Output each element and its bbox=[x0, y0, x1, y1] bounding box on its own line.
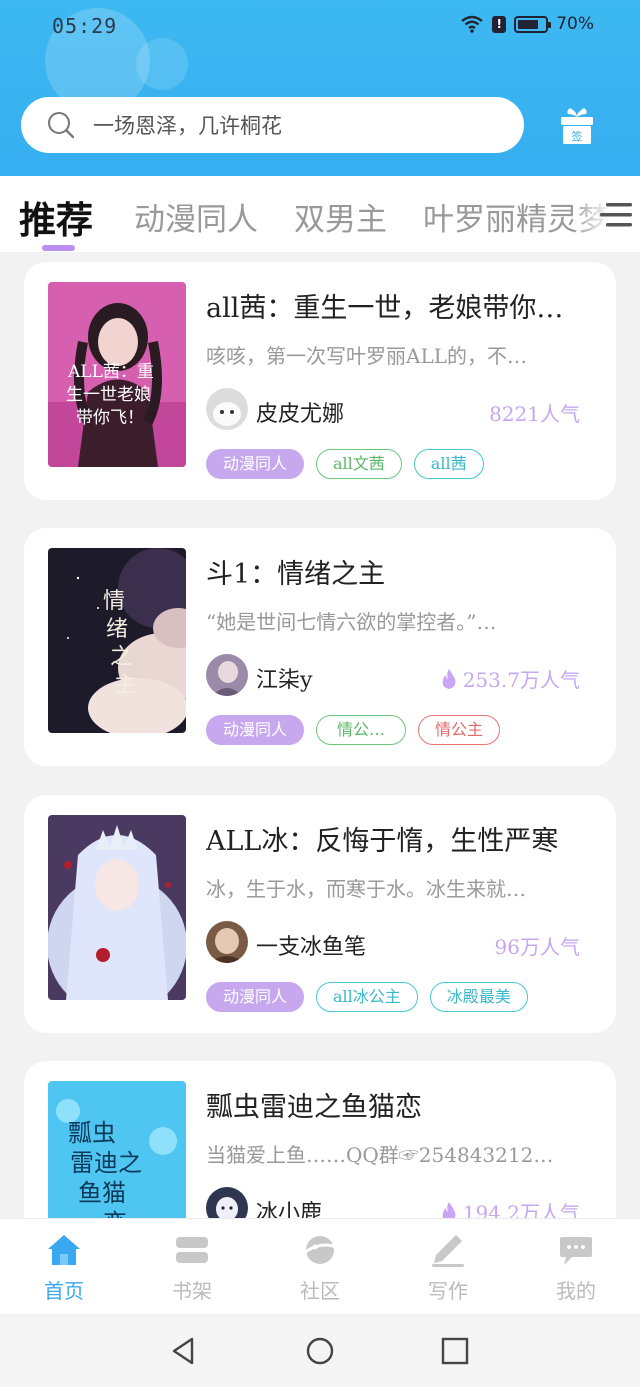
svg-text:ALL茜：重: ALL茜：重 bbox=[67, 362, 154, 382]
book-card[interactable]: 情 绪 之 主 斗1：情绪之主 “她是世间七情六欲的掌控者。”… 江柒y 253… bbox=[24, 528, 616, 766]
decor-bubble bbox=[136, 38, 188, 90]
svg-text:情: 情 bbox=[103, 589, 125, 614]
tag[interactable]: 动漫同人 bbox=[206, 449, 305, 479]
tag[interactable]: 情公主 bbox=[418, 715, 501, 745]
tag[interactable]: all茜 bbox=[413, 449, 484, 479]
tag[interactable]: 冰殿最美 bbox=[429, 982, 528, 1012]
tag[interactable]: all冰公主 bbox=[316, 982, 418, 1012]
tag[interactable]: all文茜 bbox=[316, 449, 402, 479]
tag-list: 动漫同人 all文茜 all茜 bbox=[206, 449, 484, 479]
nav-label: 我的 bbox=[556, 1279, 596, 1303]
status-icons: ! 70% bbox=[460, 14, 594, 34]
popularity: 253.7万人气 bbox=[441, 664, 580, 693]
tag[interactable]: 动漫同人 bbox=[206, 715, 305, 745]
home-icon bbox=[48, 1235, 80, 1265]
popularity-count: 8221人气 bbox=[489, 402, 580, 426]
active-tab-indicator bbox=[42, 245, 75, 251]
avatar[interactable] bbox=[206, 654, 248, 696]
svg-text:绪: 绪 bbox=[106, 617, 128, 642]
alert-icon: ! bbox=[492, 15, 507, 33]
nav-label: 社区 bbox=[300, 1279, 340, 1303]
tab-recommend[interactable]: 推荐 bbox=[19, 190, 93, 244]
nav-label: 书架 bbox=[172, 1279, 212, 1303]
tab-anime-fanfic[interactable]: 动漫同人 bbox=[134, 194, 258, 239]
popularity-count: 253.7万人气 bbox=[462, 668, 580, 692]
popularity: 8221人气 bbox=[489, 398, 580, 427]
svg-text:签: 签 bbox=[572, 129, 583, 143]
book-cover: ALL茜：重 生一世老娘 带你飞！ bbox=[48, 282, 186, 467]
system-nav-bar bbox=[0, 1314, 640, 1387]
book-card[interactable]: ALL冰：反悔于惰，生性严寒 冰，生于水，而寒于水。冰生来就… 一支冰鱼笔 96… bbox=[24, 795, 616, 1033]
book-title: ALL冰：反悔于惰，生性严寒 bbox=[206, 826, 559, 857]
popularity-count: 96万人气 bbox=[494, 935, 580, 959]
book-description: 咳咳，第一次写叶罗丽ALL的，不… bbox=[206, 344, 528, 368]
book-description: 冰，生于水，而寒于水。冰生来就… bbox=[206, 877, 526, 901]
tag[interactable]: 动漫同人 bbox=[206, 982, 305, 1012]
header: 05:29 ! 70% 一场恩泽，几许桐花 签 bbox=[0, 0, 640, 176]
book-cover: 情 绪 之 主 bbox=[48, 548, 186, 733]
svg-text:生一世老娘: 生一世老娘 bbox=[66, 385, 151, 405]
book-card[interactable]: ALL茜：重 生一世老娘 带你飞！ all茜：重生一世，老娘带你… 咳咳，第一次… bbox=[24, 262, 616, 500]
category-tabs: 推荐 动漫同人 双男主 叶罗丽精灵梦 bbox=[0, 176, 640, 252]
author-name[interactable]: 一支冰鱼笔 bbox=[256, 929, 366, 961]
home-button-icon[interactable] bbox=[305, 1336, 335, 1366]
book-description: “她是世间七情六欲的掌控者。”… bbox=[206, 610, 497, 634]
nav-label: 首页 bbox=[44, 1279, 84, 1303]
wifi-icon bbox=[461, 15, 483, 33]
tag[interactable]: 情公… bbox=[316, 715, 407, 745]
author-name[interactable]: 皮皮尤娜 bbox=[256, 396, 344, 428]
book-title: 瓢虫雷迪之鱼猫恋 bbox=[206, 1092, 422, 1123]
community-icon bbox=[303, 1236, 337, 1264]
nav-home[interactable]: 首页 bbox=[24, 1233, 104, 1304]
author-name[interactable]: 江柒y bbox=[256, 662, 312, 694]
nav-label: 写作 bbox=[428, 1279, 468, 1303]
recents-icon[interactable] bbox=[440, 1336, 470, 1366]
flame-icon bbox=[442, 668, 456, 689]
nav-bookshelf[interactable]: 书架 bbox=[152, 1233, 232, 1304]
svg-text:雷迪之: 雷迪之 bbox=[70, 1149, 142, 1177]
nav-community[interactable]: 社区 bbox=[280, 1233, 360, 1304]
popularity: 96万人气 bbox=[495, 931, 580, 960]
nav-write[interactable]: 写作 bbox=[408, 1233, 488, 1304]
svg-text:主: 主 bbox=[114, 673, 136, 698]
status-time: 05:29 bbox=[52, 14, 118, 38]
profile-icon bbox=[560, 1237, 592, 1265]
svg-text:鱼猫: 鱼猫 bbox=[78, 1179, 126, 1207]
bottom-nav: 首页 书架 社区 写作 我的 bbox=[0, 1218, 640, 1314]
tag-list: 动漫同人 情公… 情公主 bbox=[206, 715, 501, 745]
svg-text:瓢虫: 瓢虫 bbox=[68, 1119, 116, 1147]
write-icon bbox=[432, 1235, 464, 1267]
search-icon bbox=[48, 112, 75, 139]
menu-icon[interactable] bbox=[600, 198, 634, 232]
bookshelf-icon bbox=[176, 1237, 208, 1263]
nav-profile[interactable]: 我的 bbox=[536, 1233, 616, 1304]
book-cover bbox=[48, 815, 186, 1000]
avatar[interactable] bbox=[206, 921, 248, 963]
tag-list: 动漫同人 all冰公主 冰殿最美 bbox=[206, 982, 528, 1012]
search-placeholder: 一场恩泽，几许桐花 bbox=[93, 114, 282, 138]
svg-text:带你飞！: 带你飞！ bbox=[76, 408, 144, 428]
tab-boys-love[interactable]: 双男主 bbox=[294, 194, 387, 239]
checkin-gift-icon[interactable]: 签 bbox=[558, 106, 596, 146]
avatar[interactable] bbox=[206, 388, 248, 430]
back-icon[interactable] bbox=[168, 1336, 198, 1366]
svg-text:之: 之 bbox=[110, 645, 132, 670]
search-bar[interactable]: 一场恩泽，几许桐花 bbox=[21, 97, 524, 153]
book-title: all茜：重生一世，老娘带你… bbox=[206, 293, 564, 324]
battery-level: 70% bbox=[556, 14, 594, 34]
battery-icon bbox=[514, 15, 552, 33]
book-title: 斗1：情绪之主 bbox=[206, 559, 386, 590]
book-description: 当猫爱上鱼……QQ群☞254843212… bbox=[206, 1143, 554, 1167]
